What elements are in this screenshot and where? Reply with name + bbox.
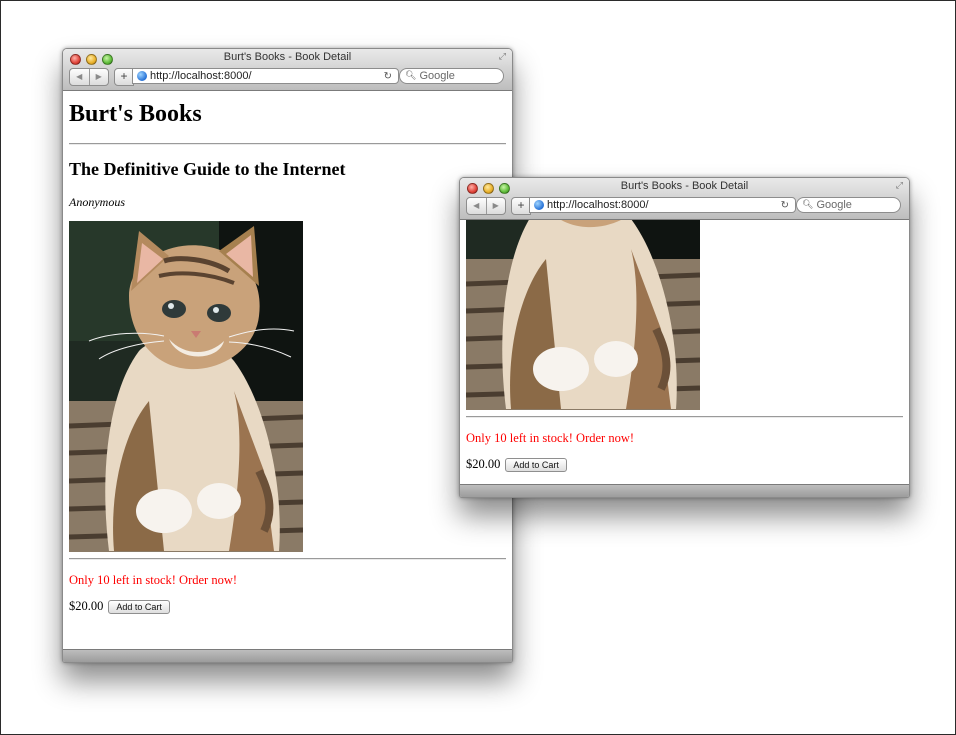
address-bar[interactable]: http://localhost:8000/ ↻ xyxy=(132,68,399,84)
search-field[interactable]: 🔍︎ Google xyxy=(796,197,901,213)
globe-icon xyxy=(137,71,147,81)
plus-icon[interactable]: + xyxy=(114,68,134,86)
address-bar[interactable]: http://localhost:8000/ ↻ xyxy=(529,197,796,213)
content-divider xyxy=(69,558,506,560)
magnifier-icon: 🔍︎ xyxy=(405,71,417,81)
book-cover-image xyxy=(69,221,303,552)
content-divider xyxy=(466,416,903,418)
fullscreen-icon[interactable]: ⤢ xyxy=(896,181,903,191)
globe-icon xyxy=(534,200,544,210)
window-title: Burt's Books - Book Detail xyxy=(223,51,352,63)
address-text: http://localhost:8000/ xyxy=(547,199,649,211)
window-title: Burt's Books - Book Detail xyxy=(620,180,749,192)
plus-icon[interactable]: + xyxy=(511,197,531,215)
magnifier-icon: 🔍︎ xyxy=(802,200,814,210)
price-label: $20.00 xyxy=(466,457,501,471)
back-arrow-icon[interactable]: ◀ xyxy=(467,198,487,214)
back-forward-buttons: ◀ ▶ xyxy=(69,68,109,86)
page-content: Only 10 left in stock! Order now! $20.00… xyxy=(460,220,909,485)
window-status-bar xyxy=(460,484,909,497)
forward-arrow-icon[interactable]: ▶ xyxy=(487,198,506,214)
header-divider xyxy=(69,143,506,145)
browser-window-main: Burt's Books - Book Detail ⤢ ◀ ▶ + http:… xyxy=(62,48,513,663)
search-field[interactable]: 🔍︎ Google xyxy=(399,68,504,84)
book-title: The Definitive Guide to the Internet xyxy=(69,159,346,179)
search-placeholder: Google xyxy=(419,70,455,82)
add-to-cart-button[interactable]: Add to Cart xyxy=(108,599,170,614)
fullscreen-icon[interactable]: ⤢ xyxy=(499,52,506,62)
add-to-cart-button[interactable]: Add to Cart xyxy=(505,457,567,472)
forward-arrow-icon[interactable]: ▶ xyxy=(90,69,109,85)
site-title: Burt's Books xyxy=(69,101,202,127)
window-status-bar xyxy=(63,649,512,662)
window-toolbar: Burt's Books - Book Detail ⤢ ◀ ▶ + http:… xyxy=(63,49,512,91)
window-toolbar: Burt's Books - Book Detail ⤢ ◀ ▶ + http:… xyxy=(460,178,909,220)
price-label: $20.00 xyxy=(69,599,104,613)
browser-window-scrolled: Burt's Books - Book Detail ⤢ ◀ ▶ + http:… xyxy=(459,177,910,498)
search-placeholder: Google xyxy=(816,199,852,211)
stock-message: Only 10 left in stock! Order now! xyxy=(69,573,238,587)
price-row: $20.00 Add to Cart xyxy=(69,599,170,614)
page-content: Burt's Books The Definitive Guide to the… xyxy=(63,91,512,650)
back-arrow-icon[interactable]: ◀ xyxy=(70,69,90,85)
reload-icon[interactable]: ↻ xyxy=(781,200,789,211)
stock-message: Only 10 left in stock! Order now! xyxy=(466,431,635,445)
address-text: http://localhost:8000/ xyxy=(150,70,252,82)
reload-icon[interactable]: ↻ xyxy=(384,71,392,82)
book-cover-image xyxy=(466,220,700,410)
price-row: $20.00 Add to Cart xyxy=(466,457,567,472)
book-author: Anonymous xyxy=(69,195,125,209)
back-forward-buttons: ◀ ▶ xyxy=(466,197,506,215)
